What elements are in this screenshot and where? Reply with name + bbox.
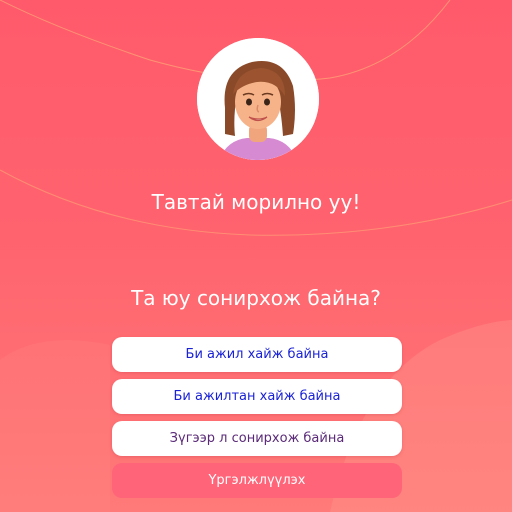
interest-question: Та юу сонирхож байна? (131, 286, 381, 310)
continue-button[interactable]: Үргэлжлүүлэх (112, 463, 402, 498)
welcome-title: Тавтай морилно уу! (151, 190, 361, 214)
woman-avatar-icon (197, 38, 319, 160)
option-looking-for-employee-button[interactable]: Би ажилтан хайж байна (112, 379, 402, 414)
welcome-screen: Тавтай морилно уу! Та юу сонирхож байна?… (0, 0, 512, 512)
option-looking-for-job-button[interactable]: Би ажил хайж байна (112, 337, 402, 372)
avatar (197, 38, 319, 160)
option-just-browsing-button[interactable]: Зүгээр л сонирхож байна (112, 421, 402, 456)
